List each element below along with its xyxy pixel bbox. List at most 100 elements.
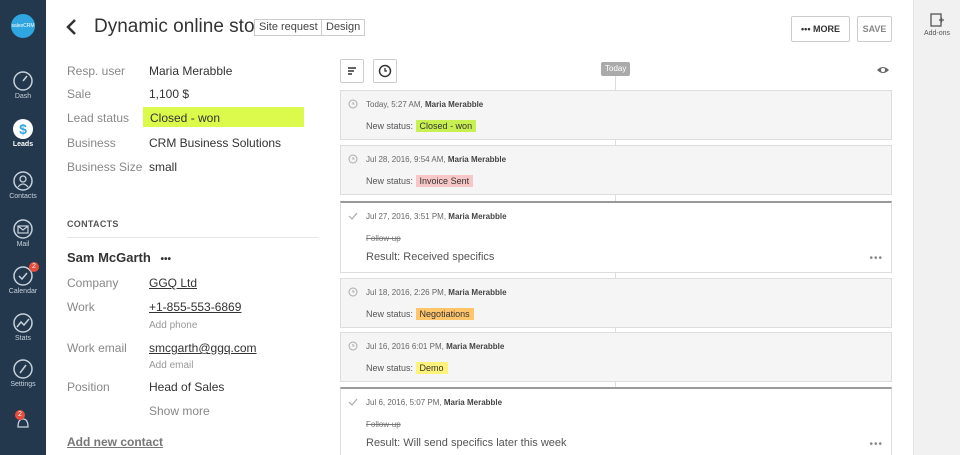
card-prefix: New status: (366, 176, 414, 186)
card-user: Maria Merabble (448, 288, 507, 297)
status-pill: Invoice Sent (415, 175, 474, 187)
field-value-business-size[interactable]: small (149, 160, 177, 174)
field-value-lead-status[interactable]: Closed - won (150, 111, 220, 125)
stats-icon (13, 313, 33, 333)
card-time: Jul 27, 2016, 3:51 PM, (366, 212, 447, 221)
app-logo[interactable]: salesCRM (11, 14, 35, 38)
calendar-badge: 2 (29, 262, 39, 272)
notification-badge: 2 (15, 410, 25, 420)
contacts-section-title: CONTACTS (67, 219, 119, 229)
tag-site-request[interactable]: Site request (254, 19, 323, 36)
back-arrow-icon[interactable] (64, 17, 80, 37)
card-user: Maria Merabble (448, 212, 507, 221)
timeline-card-status[interactable]: Jul 16, 2016 6:01 PM, Maria Merabble New… (340, 332, 892, 382)
nav-label: Leads (12, 141, 34, 148)
clock-icon (348, 287, 358, 297)
clock-icon (348, 341, 358, 351)
nav-label: Dash (14, 93, 32, 100)
nav-item-leads[interactable]: $ Leads (0, 118, 46, 148)
card-body: New status: Demo (366, 362, 448, 374)
card-menu-dots[interactable]: ••• (869, 253, 883, 264)
eye-icon[interactable] (876, 64, 890, 76)
nav-item-stats[interactable]: Stats (0, 312, 46, 342)
dashboard-icon (13, 71, 33, 91)
nav-label: Contacts (9, 193, 37, 200)
contact-phone-link[interactable]: +1-855-553-6869 (149, 300, 241, 314)
contact-company-link[interactable]: GGQ Ltd (149, 276, 197, 290)
nav-item-contacts[interactable]: Contacts (0, 170, 46, 200)
timeline-card-status[interactable]: Jul 18, 2016, 2:26 PM, Maria Merabble Ne… (340, 278, 892, 328)
field-label-business: Business (67, 136, 116, 150)
card-meta: Jul 18, 2016, 2:26 PM, Maria Merabble (366, 288, 507, 297)
nav-label: Mail (16, 241, 30, 248)
clock-icon (348, 99, 358, 109)
nav-item-calendar[interactable]: 2 Calendar (0, 262, 46, 295)
card-time: Jul 16, 2016 6:01 PM, (366, 342, 444, 351)
timeline-card-task[interactable]: Jul 6, 2016, 5:07 PM, Maria Merabble Fol… (340, 387, 892, 455)
svg-text:$: $ (19, 121, 27, 137)
clock-icon (348, 154, 358, 164)
contact-position-value[interactable]: Head of Sales (149, 380, 224, 394)
addons-label: Add-ons (923, 30, 951, 37)
card-meta: Jul 16, 2016 6:01 PM, Maria Merabble (366, 342, 504, 351)
card-meta: Jul 28, 2016, 9:54 AM, Maria Merabble (366, 155, 506, 164)
contact-label-company: Company (67, 276, 119, 290)
status-pill: Closed - won (415, 120, 477, 132)
card-body: New status: Closed - won (366, 120, 477, 132)
filter-button[interactable] (340, 59, 364, 83)
card-user: Maria Merabble (443, 398, 503, 407)
clock-icon (378, 64, 392, 78)
contact-name-text: Sam McGarth (67, 250, 151, 265)
page-title: Dynamic online store (94, 16, 272, 37)
status-pill: Demo (415, 362, 448, 374)
field-value-resp-user[interactable]: Maria Merabble (149, 64, 232, 78)
contact-email-link[interactable]: smcgarth@ggq.com (149, 341, 257, 355)
timeline-card-status[interactable]: Jul 28, 2016, 9:54 AM, Maria Merabble Ne… (340, 145, 892, 195)
field-value-sale[interactable]: 1,100 $ (149, 87, 189, 101)
leads-dollar-icon: $ (13, 119, 33, 139)
more-dots-icon: ••• (801, 24, 811, 34)
add-email-link[interactable]: Add email (149, 360, 193, 371)
more-button[interactable]: ••• MORE (791, 16, 850, 42)
contact-label-email: Work email (67, 341, 127, 355)
status-pill: Negotiations (415, 308, 474, 320)
history-button[interactable] (373, 59, 397, 83)
tag-design[interactable]: Design (321, 19, 366, 36)
card-body: New status: Negotiations (366, 308, 474, 320)
card-menu-dots[interactable]: ••• (869, 439, 883, 450)
field-label-sale: Sale (67, 87, 92, 101)
add-new-contact-link[interactable]: Add new contact (67, 435, 163, 449)
card-user: Maria Merabble (425, 100, 484, 109)
card-body: New status: Invoice Sent (366, 175, 474, 187)
nav-label: Settings (10, 381, 36, 388)
addons-button[interactable]: Add-ons (914, 12, 960, 37)
nav-item-dash[interactable]: Dash (0, 70, 46, 100)
nav-notifications[interactable]: 2 (0, 410, 46, 442)
right-rail: Add-ons (913, 0, 960, 455)
timeline-card-task[interactable]: Jul 27, 2016, 3:51 PM, Maria Merabble Fo… (340, 201, 892, 273)
task-title: Follow-up (366, 234, 401, 243)
contact-name: Sam McGarth ••• (67, 250, 171, 265)
contact-label-work: Work (67, 300, 95, 314)
settings-icon (13, 359, 33, 379)
field-label-business-size: Business Size (67, 160, 143, 174)
card-time: Jul 6, 2016, 5:07 PM, (366, 398, 442, 407)
field-value-business[interactable]: CRM Business Solutions (149, 136, 281, 150)
add-phone-link[interactable]: Add phone (149, 320, 197, 331)
nav-item-mail[interactable]: Mail (0, 218, 46, 248)
task-result: Result: Received specifics (366, 251, 495, 263)
field-label-lead-status: Lead status (67, 111, 130, 125)
contact-menu-dots[interactable]: ••• (160, 254, 171, 265)
nav-label: Calendar (8, 288, 38, 295)
card-prefix: New status: (366, 121, 414, 131)
mail-icon (13, 219, 33, 239)
timeline-card-status[interactable]: Today, 5:27 AM, Maria Merabble New statu… (340, 90, 892, 140)
card-meta: Jul 27, 2016, 3:51 PM, Maria Merabble (366, 212, 507, 221)
check-icon (348, 212, 358, 220)
contact-label-position: Position (67, 380, 110, 394)
card-prefix: New status: (366, 363, 414, 373)
nav-item-settings[interactable]: Settings (0, 358, 46, 388)
show-more-link[interactable]: Show more (149, 404, 210, 418)
save-button[interactable]: SAVE (857, 16, 892, 42)
more-label: MORE (812, 24, 840, 34)
